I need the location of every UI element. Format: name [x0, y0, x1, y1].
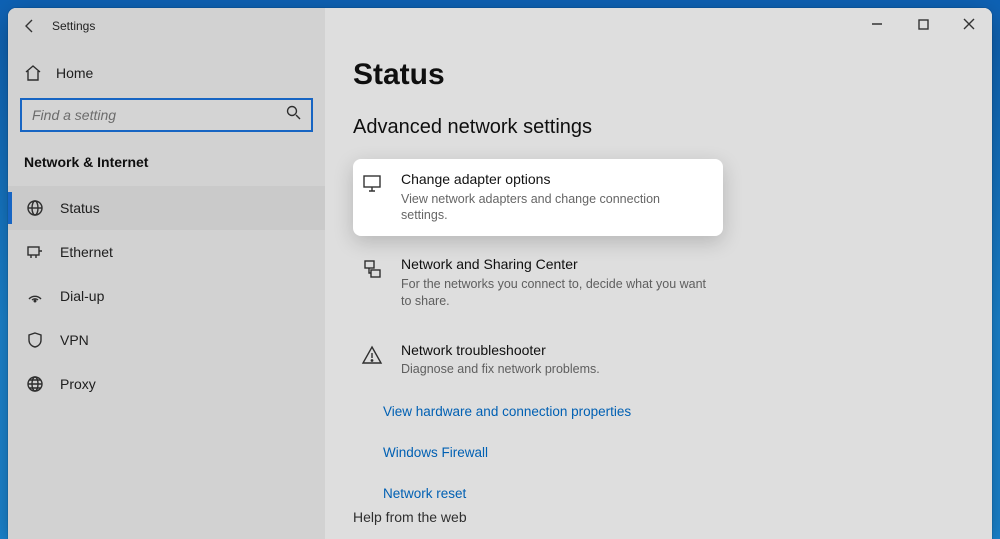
home-label: Home	[56, 65, 93, 81]
sidebar-item-home[interactable]: Home	[8, 56, 325, 92]
sidebar: Home Network & Internet Status	[8, 8, 325, 539]
nav-label: VPN	[60, 332, 89, 348]
minimize-icon	[871, 18, 883, 30]
option-title: Change adapter options	[401, 171, 709, 189]
option-sharing-center[interactable]: Network and Sharing Center For the netwo…	[353, 244, 723, 321]
network-share-icon	[361, 258, 383, 280]
monitor-icon	[361, 173, 383, 195]
settings-window: Settings Home Network & Internet	[8, 8, 992, 539]
sidebar-group-title: Network & Internet	[8, 150, 325, 186]
search-container	[20, 98, 313, 132]
arrow-left-icon	[22, 18, 38, 34]
nav-label: Status	[60, 200, 100, 216]
globe-icon	[26, 375, 44, 393]
minimize-button[interactable]	[854, 8, 900, 40]
app-title: Settings	[52, 19, 95, 33]
close-button[interactable]	[946, 8, 992, 40]
sidebar-nav: Status Ethernet Dial-up VPN	[8, 186, 325, 406]
option-title: Network and Sharing Center	[401, 256, 709, 274]
option-subtitle: View network adapters and change connect…	[401, 191, 709, 225]
option-change-adapter[interactable]: Change adapter options View network adap…	[353, 159, 723, 236]
sidebar-item-status[interactable]: Status	[8, 186, 325, 230]
warning-triangle-icon	[361, 344, 383, 366]
close-icon	[963, 18, 975, 30]
search-field[interactable]	[20, 98, 313, 132]
nav-label: Proxy	[60, 376, 96, 392]
sidebar-item-dialup[interactable]: Dial-up	[8, 274, 325, 318]
link-windows-firewall[interactable]: Windows Firewall	[383, 439, 964, 466]
nav-label: Ethernet	[60, 244, 113, 260]
option-subtitle: For the networks you connect to, decide …	[401, 276, 709, 310]
option-troubleshooter[interactable]: Network troubleshooter Diagnose and fix …	[353, 330, 723, 390]
back-button[interactable]	[8, 8, 52, 44]
option-title: Network troubleshooter	[401, 342, 600, 360]
section-title: Advanced network settings	[353, 116, 964, 139]
globe-icon	[26, 199, 44, 217]
maximize-button[interactable]	[900, 8, 946, 40]
link-hardware-props[interactable]: View hardware and connection properties	[383, 398, 964, 425]
sidebar-item-vpn[interactable]: VPN	[8, 318, 325, 362]
home-icon	[24, 64, 42, 82]
links-group: View hardware and connection properties …	[383, 398, 964, 507]
dialup-icon	[26, 287, 44, 305]
link-network-reset[interactable]: Network reset	[383, 480, 964, 507]
sidebar-item-proxy[interactable]: Proxy	[8, 362, 325, 406]
search-icon	[286, 105, 301, 125]
nav-label: Dial-up	[60, 288, 104, 304]
help-section-title: Help from the web	[353, 509, 467, 525]
window-controls	[854, 8, 992, 40]
titlebar: Settings	[8, 8, 992, 44]
maximize-icon	[918, 19, 929, 30]
sidebar-item-ethernet[interactable]: Ethernet	[8, 230, 325, 274]
option-subtitle: Diagnose and fix network problems.	[401, 361, 600, 378]
ethernet-icon	[26, 243, 44, 261]
search-input[interactable]	[32, 107, 278, 123]
main-content: Status Advanced network settings Change …	[325, 8, 992, 539]
page-title: Status	[353, 58, 964, 92]
shield-icon	[26, 331, 44, 349]
